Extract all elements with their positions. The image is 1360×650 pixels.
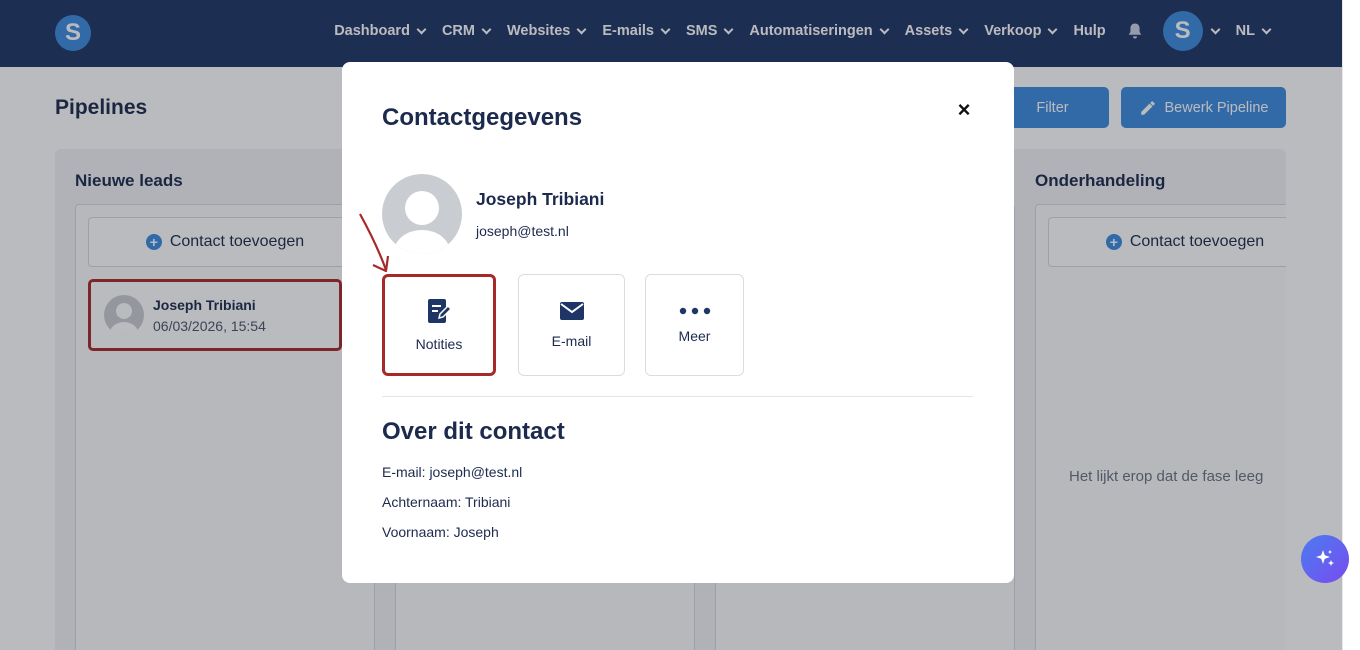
notes-icon (428, 299, 451, 323)
contact-details-modal: Contactgegevens × Joseph Tribiani joseph… (342, 62, 1014, 583)
contact-email: joseph@test.nl (476, 223, 569, 239)
about-lastname: Achternaam: Tribiani (382, 494, 511, 510)
email-button[interactable]: E-mail (518, 274, 625, 376)
envelope-icon (559, 302, 584, 320)
more-button[interactable]: Meer (645, 274, 744, 376)
close-icon[interactable]: × (954, 99, 974, 121)
about-contact-title: Over dit contact (382, 418, 565, 445)
annotation-arrow-icon (359, 213, 390, 273)
modal-title: Contactgegevens (382, 104, 583, 131)
more-label: Meer (678, 328, 711, 344)
notes-button[interactable]: Notities (382, 274, 496, 376)
about-firstname: Voornaam: Joseph (382, 524, 499, 540)
more-dots-icon (679, 307, 710, 315)
divider (382, 396, 973, 397)
sparkle-icon (1316, 550, 1334, 566)
email-label: E-mail (551, 333, 592, 349)
ai-assistant-button[interactable] (1301, 535, 1349, 583)
about-email: E-mail: joseph@test.nl (382, 464, 523, 480)
contact-name: Joseph Tribiani (476, 189, 605, 209)
notes-label: Notities (415, 336, 463, 352)
